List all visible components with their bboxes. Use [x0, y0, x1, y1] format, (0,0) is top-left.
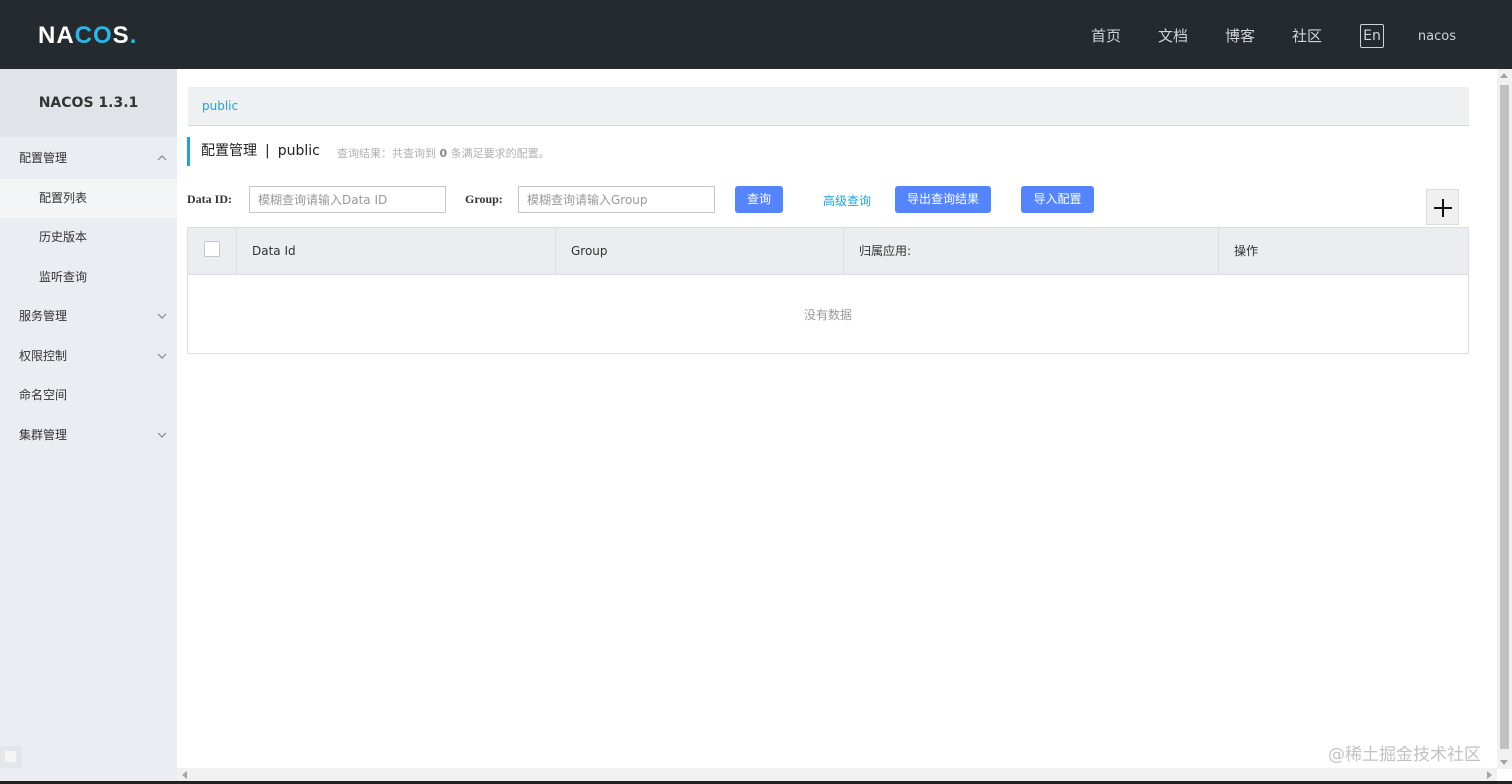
nacos-logo[interactable]: NACOS. [38, 22, 137, 50]
logo-text-part1: NA [38, 22, 75, 49]
sidebar-item-cluster-management[interactable]: 集群管理 [0, 416, 177, 456]
data-id-label: Data ID: [187, 192, 232, 206]
add-config-button[interactable] [1426, 189, 1459, 225]
main-content: public 配置管理 | public 查询结果：共查询到 0 条满足要求的配置。… [177, 69, 1497, 769]
page-title: 配置管理 | public [187, 137, 320, 166]
sidebar-item-access-control[interactable]: 权限控制 [0, 337, 177, 377]
sidebar-item-label: 集群管理 [19, 427, 68, 442]
sidebar-collapse-toggle[interactable] [0, 746, 22, 768]
result-suffix: 条满足要求的配置。 [450, 147, 550, 160]
select-all-cell [188, 228, 237, 274]
sidebar-item-config-list[interactable]: 配置列表 [0, 178, 177, 218]
column-header-actions: 操作 [1234, 244, 1259, 258]
export-results-button[interactable]: 导出查询结果 [895, 186, 991, 213]
chevron-down-icon [157, 313, 167, 319]
config-table: Data Id Group 归属应用: 操作 没有数据 [187, 227, 1469, 354]
page-title-namespace: public [277, 143, 320, 159]
logo-text-part3: S [112, 22, 130, 49]
namespace-bar: public [188, 87, 1469, 126]
result-summary: 查询结果：共查询到 0 条满足要求的配置。 [337, 145, 550, 161]
chevron-down-icon [157, 432, 167, 438]
page-title-text: 配置管理 [201, 143, 257, 159]
nav-docs[interactable]: 文档 [1158, 25, 1188, 46]
advanced-search-link[interactable]: 高级查询 [823, 192, 871, 209]
column-header-app[interactable]: 归属应用: [844, 228, 1219, 274]
sidebar-item-label: 配置管理 [19, 151, 68, 165]
nav-home[interactable]: 首页 [1091, 25, 1121, 46]
sidebar-item-label: 配置列表 [39, 190, 88, 205]
scroll-up-icon[interactable] [1500, 73, 1508, 78]
group-input[interactable] [518, 186, 715, 213]
sidebar: NACOS 1.3.1 配置管理 配置列表 历史版本 监听查询 服务管理 权限控… [0, 69, 177, 784]
language-toggle-button[interactable]: En [1360, 24, 1384, 48]
result-prefix: 查询结果：共查询到 [337, 147, 436, 160]
title-separator: | [265, 143, 270, 159]
sidebar-item-listener-query[interactable]: 监听查询 [0, 258, 177, 298]
sidebar-item-label: 服务管理 [19, 309, 68, 323]
horizontal-scrollbar[interactable] [177, 768, 1497, 781]
data-id-input[interactable] [249, 186, 446, 213]
group-label: Group: [465, 192, 503, 206]
vertical-scrollbar[interactable] [1497, 69, 1512, 769]
sidebar-item-namespace[interactable]: 命名空间 [0, 376, 177, 416]
sidebar-item-label: 权限控制 [19, 348, 68, 363]
sidebar-item-config-management[interactable]: 配置管理 [0, 139, 177, 179]
result-count: 0 [439, 147, 448, 160]
sidebar-item-label: 命名空间 [19, 388, 68, 402]
nav-blog[interactable]: 博客 [1225, 25, 1255, 46]
namespace-link-public[interactable]: public [202, 99, 238, 113]
sidebar-item-service-management[interactable]: 服务管理 [0, 297, 177, 337]
collapse-icon [5, 751, 16, 762]
scrollbar-thumb[interactable] [1500, 85, 1509, 749]
logo-dot: . [129, 22, 138, 49]
chevron-down-icon [157, 353, 167, 359]
scroll-down-icon[interactable] [1500, 760, 1508, 765]
scroll-right-icon[interactable] [1487, 771, 1492, 779]
sidebar-item-history[interactable]: 历史版本 [0, 218, 177, 258]
watermark: @稀土掘金技术社区 [1328, 745, 1481, 765]
plus-icon-stroke [1442, 199, 1444, 217]
empty-table-message: 没有数据 [803, 308, 852, 322]
column-header-data-id[interactable]: Data Id [237, 228, 556, 274]
select-all-checkbox[interactable] [204, 241, 220, 257]
top-navbar: NACOS. 首页 文档 博客 社区 En nacos [0, 0, 1512, 69]
version-title: NACOS 1.3.1 [0, 69, 177, 137]
chevron-up-icon [157, 155, 167, 161]
search-button[interactable]: 查询 [735, 186, 783, 213]
user-menu[interactable]: nacos [1418, 29, 1456, 44]
nav-community[interactable]: 社区 [1292, 25, 1322, 46]
sidebar-item-label: 历史版本 [39, 230, 88, 244]
sidebar-item-label: 监听查询 [39, 269, 88, 284]
logo-text-accent: CO [74, 22, 113, 49]
table-header: Data Id Group 归属应用: 操作 [188, 228, 1468, 275]
scroll-left-icon[interactable] [182, 771, 187, 779]
column-header-group[interactable]: Group [556, 228, 844, 274]
import-config-button[interactable]: 导入配置 [1021, 186, 1094, 213]
